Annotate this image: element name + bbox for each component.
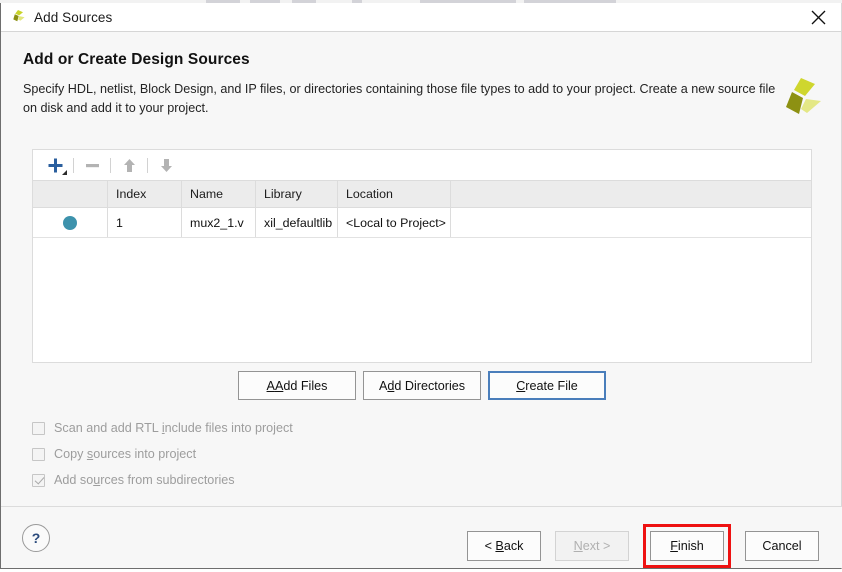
add-sources-dialog: Add Sources Add or Create Design Sources…: [0, 3, 842, 569]
dialog-footer: ? < Back Next > Finish Cancel: [1, 507, 842, 568]
wizard-navigation: < Back Next > Finish Cancel: [467, 524, 819, 568]
table-header-row: Index Name Library Location: [33, 180, 811, 208]
checkbox-scan-rtl-include[interactable]: [32, 421, 45, 435]
help-button[interactable]: ?: [22, 524, 50, 552]
checkbox-copy-sources[interactable]: [32, 447, 45, 461]
toolbar-separator: [110, 157, 111, 173]
option-copy-sources[interactable]: Copy sources into project: [32, 441, 293, 467]
move-down-icon: [153, 153, 179, 177]
back-label: < Back: [484, 539, 524, 553]
dialog-header: Add or Create Design Sources Specify HDL…: [1, 32, 841, 136]
option-label: Copy sources into project: [54, 447, 197, 461]
source-action-buttons: A Add Files Add Directories Create File: [1, 371, 842, 400]
option-label: Scan and add RTL include files into proj…: [54, 421, 293, 435]
add-files-label: Add Files: [274, 378, 328, 393]
column-header-marker: [33, 181, 108, 207]
table-empty-area: [33, 238, 811, 362]
page-description: Specify HDL, netlist, Block Design, and …: [23, 82, 776, 115]
next-label: Next >: [573, 539, 611, 553]
add-icon[interactable]: [42, 153, 68, 177]
row-index: 1: [108, 208, 182, 237]
column-header-location[interactable]: Location: [338, 181, 451, 207]
create-file-button[interactable]: Create File: [488, 371, 606, 400]
remove-icon: [79, 153, 105, 177]
column-header-name[interactable]: Name: [182, 181, 256, 207]
table-row[interactable]: 1 mux2_1.v xil_defaultlib <Local to Proj…: [33, 208, 811, 238]
back-button[interactable]: < Back: [467, 531, 541, 561]
cancel-button[interactable]: Cancel: [745, 531, 819, 561]
toolbar-separator: [73, 157, 74, 173]
column-header-index[interactable]: Index: [108, 181, 182, 207]
add-dropdown-arrow-icon[interactable]: [62, 170, 67, 175]
create-file-label: Create File: [516, 378, 578, 393]
finish-highlight-annotation: Finish: [643, 524, 731, 568]
add-files-button[interactable]: A Add Files: [238, 371, 356, 400]
add-directories-button[interactable]: Add Directories: [363, 371, 481, 400]
checkbox-add-subdirectories[interactable]: [32, 473, 45, 487]
sources-toolbar: [33, 150, 811, 180]
row-filler: [451, 208, 811, 237]
sources-panel: Index Name Library Location 1 mux2_1.v x…: [32, 149, 812, 363]
row-location: <Local to Project>: [338, 208, 451, 237]
option-add-subdirectories[interactable]: Add sources from subdirectories: [32, 467, 293, 493]
source-status-dot-icon: [63, 215, 77, 230]
source-options: Scan and add RTL include files into proj…: [32, 415, 293, 493]
toolbar-separator: [147, 157, 148, 173]
column-header-filler: [451, 181, 811, 207]
row-library: xil_defaultlib: [256, 208, 338, 237]
close-icon[interactable]: [795, 3, 841, 31]
option-label: Add sources from subdirectories: [54, 473, 235, 487]
xilinx-logo-icon: [9, 9, 27, 25]
window-title: Add Sources: [34, 9, 113, 25]
finish-label: Finish: [670, 539, 704, 553]
page-title: Add or Create Design Sources: [23, 51, 250, 68]
finish-button[interactable]: Finish: [650, 531, 724, 561]
option-scan-rtl-include[interactable]: Scan and add RTL include files into proj…: [32, 415, 293, 441]
title-bar: Add Sources: [1, 3, 841, 32]
cancel-label: Cancel: [762, 539, 802, 553]
column-header-library[interactable]: Library: [256, 181, 338, 207]
row-name: mux2_1.v: [182, 208, 256, 237]
add-directories-label: Add Directories: [378, 378, 466, 393]
move-up-icon: [116, 153, 142, 177]
next-button: Next >: [555, 531, 629, 561]
xilinx-pinwheel-logo: [775, 74, 823, 122]
row-marker-cell: [33, 208, 108, 237]
